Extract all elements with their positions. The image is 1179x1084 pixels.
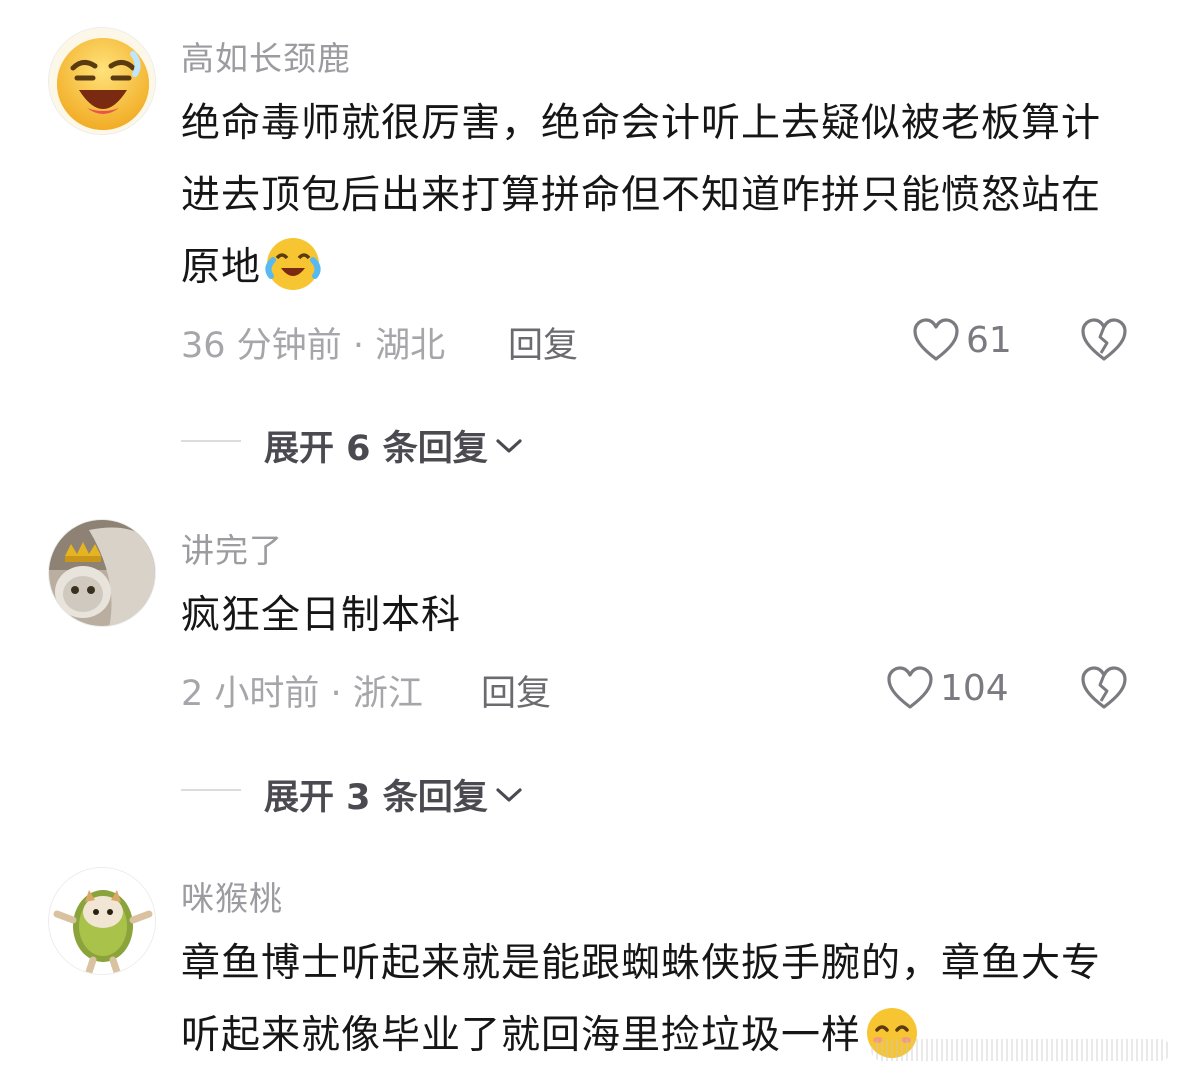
- like-button[interactable]: 61: [912, 317, 1012, 363]
- expand-divider: [181, 789, 241, 791]
- broken-heart-icon: [1081, 318, 1127, 361]
- like-button[interactable]: 104: [886, 665, 1009, 711]
- kiwi-cat-avatar-icon: [49, 868, 155, 974]
- expand-replies-label: 展开 6 条回复: [264, 429, 488, 469]
- heart-icon: [913, 318, 959, 361]
- chevron-down-icon: [496, 787, 522, 802]
- reply-button[interactable]: 回复: [508, 317, 578, 368]
- expand-replies-label: 展开 3 条回复: [264, 778, 488, 818]
- comment-time: 2 小时前: [181, 674, 320, 714]
- user-avatar[interactable]: [48, 519, 156, 627]
- user-avatar[interactable]: [48, 27, 156, 135]
- cat-with-crown-avatar-icon: [49, 520, 155, 626]
- expand-divider: [181, 440, 241, 442]
- broken-heart-icon: [1081, 666, 1127, 709]
- dislike-button[interactable]: [1080, 317, 1128, 367]
- comment-time: 36 分钟前: [181, 326, 342, 366]
- laughing-emoji-avatar-icon: [49, 28, 155, 134]
- comment-location: 浙江: [352, 674, 423, 714]
- meta-separator: ·: [352, 326, 364, 366]
- crying-laughing-emoji-icon: [263, 234, 323, 316]
- chevron-down-icon: [496, 438, 522, 453]
- like-count: 61: [966, 319, 1012, 361]
- expand-replies-button[interactable]: 展开 3 条回复: [264, 769, 524, 820]
- comment-text: 绝命毒师就很厉害，绝命会计听上去疑似被老板算计进去顶包后出来打算拼命但不知道咋拼…: [181, 88, 1131, 316]
- comment-meta: 2 小时前 · 浙江: [181, 665, 423, 716]
- username[interactable]: 高如长颈鹿: [181, 32, 351, 80]
- reply-button[interactable]: 回复: [481, 665, 551, 716]
- heart-icon: [887, 666, 933, 709]
- meta-separator: ·: [330, 674, 342, 714]
- comment-body: 疯狂全日制本科: [181, 593, 462, 638]
- watermark-decoration: [871, 1039, 1171, 1061]
- username[interactable]: 咪猴桃: [181, 872, 283, 920]
- comment-location: 湖北: [375, 326, 446, 366]
- dislike-button[interactable]: [1080, 665, 1128, 715]
- expand-replies-button[interactable]: 展开 6 条回复: [264, 420, 524, 471]
- like-count: 104: [940, 667, 1009, 709]
- comment-text: 疯狂全日制本科: [181, 580, 1131, 652]
- username[interactable]: 讲完了: [181, 524, 283, 572]
- comment-meta: 36 分钟前 · 湖北: [181, 317, 445, 368]
- user-avatar[interactable]: [48, 867, 156, 975]
